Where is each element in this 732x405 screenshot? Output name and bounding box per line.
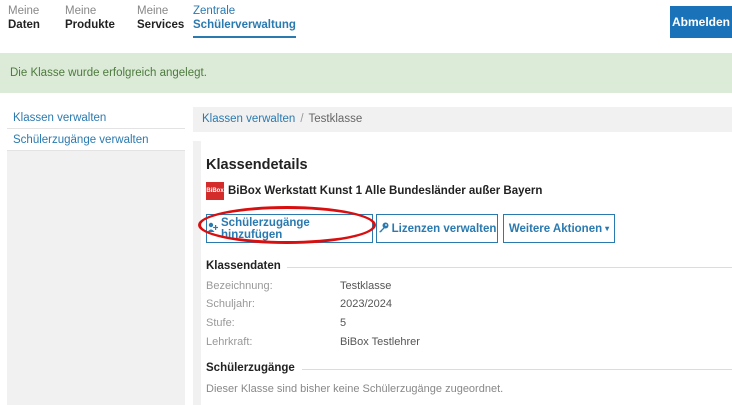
student-access-heading: Schülerzugänge [206,362,295,374]
field-value: 2023/2024 [340,298,392,310]
nav-item-schuelerverwaltung[interactable]: Zentrale Schülerverwaltung [193,4,296,38]
field-value: Testklasse [340,280,392,292]
nav-item-meine-services[interactable]: Meine Services [137,4,184,32]
nav-item-meine-daten[interactable]: Meine Daten [8,4,40,32]
sidebar-item-klassen-verwalten[interactable]: Klassen verwalten [7,107,185,129]
manage-licenses-button[interactable]: Lizenzen verwalten [376,214,498,243]
nav-item-line1: Meine [137,5,169,17]
logout-button[interactable]: Abmelden [670,6,732,38]
sidebar-item-schuelerzugaenge-verwalten[interactable]: Schülerzugänge verwalten [7,129,185,151]
top-navigation: Meine Daten Meine Produkte Meine Service… [0,0,732,42]
nav-item-meine-produkte[interactable]: Meine Produkte [65,4,115,32]
sidebar: Klassen verwalten Schülerzugänge verwalt… [7,107,185,405]
chevron-down-icon: ▾ [605,224,610,233]
add-student-access-label: Schülerzugänge hinzufügen [221,216,310,241]
more-actions-dropdown[interactable]: Weitere Aktionen ▾ [503,214,615,243]
success-alert: Die Klasse wurde erfolgreich angelegt. [0,53,732,93]
breadcrumb-link-klassen[interactable]: Klassen verwalten [202,113,295,125]
page-title: Klassendetails [206,157,308,173]
more-actions-label: Weitere Aktionen [508,222,603,235]
add-student-access-button[interactable]: Schülerzugänge hinzufügen [206,214,373,243]
nav-item-line2: Produkte [65,19,115,31]
field-label: Bezeichnung: [206,280,273,292]
breadcrumb-separator: / [300,113,304,125]
key-icon [378,222,389,236]
alert-text: Die Klasse wurde erfolgreich angelegt. [10,67,207,79]
bibox-logo-icon: BiBox [206,182,224,200]
nav-item-line2: Services [137,19,185,31]
nav-item-line1: Zentrale [193,5,236,17]
class-data-heading: Klassendaten [206,260,281,272]
nav-item-line1: Meine [8,5,40,17]
empty-state-text: Dieser Klasse sind bisher keine Schülerz… [206,383,504,395]
field-label: Stufe: [206,317,235,329]
nav-item-line2: Daten [8,19,40,31]
field-label: Lehrkraft: [206,336,253,348]
add-user-icon [207,222,219,236]
breadcrumb-current: Testklasse [308,113,363,125]
manage-licenses-label: Lizenzen verwalten [391,222,497,235]
section-divider [302,369,732,370]
field-value: BiBox Testlehrer [340,336,420,348]
product-name: BiBox Werkstatt Kunst 1 Alle Bundeslände… [228,185,543,197]
nav-item-line1: Meine [65,5,97,17]
field-value: 5 [340,317,347,329]
section-divider [287,267,732,268]
nav-item-line2: Schülerverwaltung [193,19,296,31]
field-label: Schuljahr: [206,298,255,310]
product-info: BiBox BiBox Werkstatt Kunst 1 Alle Bunde… [206,182,542,200]
breadcrumb: Klassen verwalten / Testklasse [193,107,732,132]
